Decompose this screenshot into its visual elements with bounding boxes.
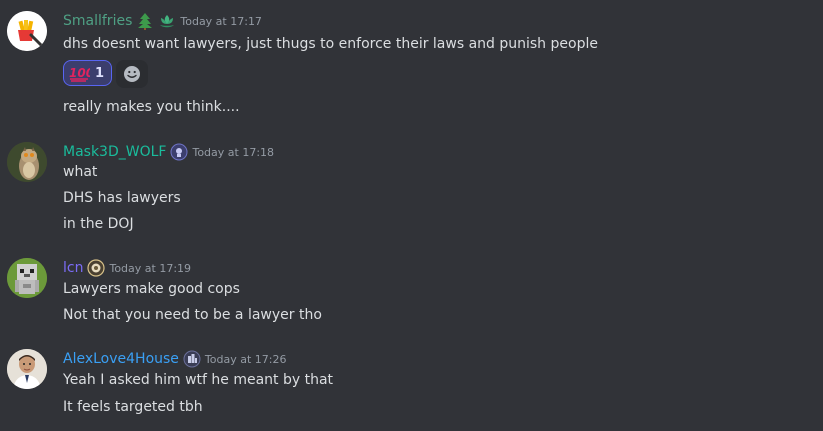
message-list: Smallfries Today at 17:17 dhs doesnt wan… — [0, 0, 823, 431]
message-header: AlexLove4House Today at 17:26 — [63, 349, 286, 369]
username[interactable]: Smallfries — [63, 13, 132, 29]
avatar[interactable] — [7, 258, 47, 298]
server-tag-icon — [87, 259, 106, 277]
avatar[interactable] — [7, 11, 47, 51]
timestamp[interactable]: Today at 17:17 — [180, 15, 262, 28]
reaction-count: 1 — [95, 65, 105, 81]
message-text: It feels targeted tbh — [63, 399, 203, 415]
message-text: Yeah I asked him wtf he meant by that — [63, 372, 334, 388]
reaction-hundred[interactable]: 100 1 — [63, 60, 112, 86]
timestamp[interactable]: Today at 17:19 — [109, 262, 191, 275]
building-tag-icon — [183, 350, 201, 368]
lotus-icon — [158, 12, 176, 30]
message-header: lcn Today at 17:19 — [63, 258, 191, 278]
avatar[interactable] — [7, 142, 47, 182]
message-header: Smallfries Today at 17:17 — [63, 11, 262, 31]
message-text: what — [63, 164, 98, 180]
timestamp[interactable]: Today at 17:26 — [205, 353, 287, 366]
timestamp[interactable]: Today at 17:18 — [192, 146, 274, 159]
message-header: Mask3D_WOLF Today at 17:18 — [63, 142, 274, 162]
message-text: in the DOJ — [63, 216, 134, 232]
hundred-points-icon: 100 — [68, 64, 94, 82]
smiley-icon — [124, 66, 140, 82]
reactions-bar: 100 1 — [63, 60, 148, 88]
username[interactable]: AlexLove4House — [63, 351, 179, 367]
message-text: Not that you need to be a lawyer tho — [63, 307, 322, 323]
avatar[interactable] — [7, 349, 47, 389]
svg-text:100: 100 — [69, 66, 90, 80]
username[interactable]: Mask3D_WOLF — [63, 144, 166, 160]
message-text: dhs doesnt want lawyers, just thugs to e… — [63, 36, 598, 52]
message-text: really makes you think.... — [63, 99, 240, 115]
message-text: DHS has lawyers — [63, 190, 181, 206]
server-tag-icon — [170, 143, 188, 161]
christmas-tree-icon — [136, 12, 154, 30]
username[interactable]: lcn — [63, 260, 83, 276]
add-reaction-button[interactable] — [116, 60, 148, 88]
message-text: Lawyers make good cops — [63, 281, 240, 297]
